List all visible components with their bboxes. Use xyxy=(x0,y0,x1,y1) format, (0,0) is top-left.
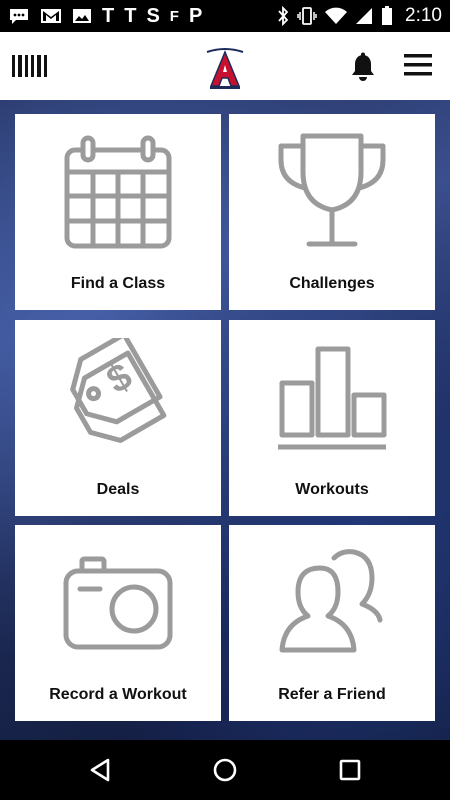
status-glyph-p: P xyxy=(188,5,203,27)
tile-label-challenges: Challenges xyxy=(289,275,375,292)
price-tag-icon: $ xyxy=(15,320,221,475)
tile-find-a-class[interactable]: Find a Class xyxy=(15,114,221,310)
app-header xyxy=(0,32,450,100)
bar-chart-icon xyxy=(229,320,435,475)
trophy-icon xyxy=(229,114,435,269)
tile-label-refer-a-friend: Refer a Friend xyxy=(278,686,386,703)
signal-icon xyxy=(355,7,373,25)
status-left: T T S F P xyxy=(8,6,202,26)
calendar-icon xyxy=(15,114,221,269)
status-glyph-f: F xyxy=(169,7,179,25)
tile-label-find-a-class: Find a Class xyxy=(70,275,166,292)
tile-record-a-workout[interactable]: Record a Workout xyxy=(15,525,221,721)
status-glyph-s: S xyxy=(146,5,160,27)
status-bar: T T S F P 2:10 xyxy=(0,0,450,32)
tile-workouts[interactable]: Workouts xyxy=(229,320,435,516)
vibrate-icon xyxy=(297,6,317,26)
image-icon xyxy=(72,7,92,25)
status-glyph-t2: T xyxy=(124,5,137,27)
bell-icon[interactable] xyxy=(350,52,376,82)
bluetooth-icon xyxy=(277,6,289,26)
recents-square-icon[interactable] xyxy=(336,756,364,784)
home-circle-icon[interactable] xyxy=(211,756,239,784)
tile-deals[interactable]: $ Deals xyxy=(15,320,221,516)
wifi-icon xyxy=(325,7,348,25)
tile-label-workouts: Workouts xyxy=(295,481,369,498)
system-nav-bar xyxy=(0,740,450,800)
barcode-icon[interactable] xyxy=(12,55,48,77)
main-tile-grid: Find a Class Challenges $ Deals Workouts… xyxy=(0,100,450,740)
hamburger-menu-icon[interactable] xyxy=(403,53,433,77)
users-icon xyxy=(229,525,435,680)
tile-label-deals: Deals xyxy=(96,481,140,498)
battery-icon xyxy=(381,6,393,26)
camera-icon xyxy=(15,525,221,680)
back-triangle-icon[interactable] xyxy=(86,756,114,784)
status-time: 2:10 xyxy=(405,5,442,26)
status-right: 2:10 xyxy=(277,5,442,27)
tile-refer-a-friend[interactable]: Refer a Friend xyxy=(229,525,435,721)
status-glyph-t1: T xyxy=(102,5,115,27)
tile-challenges[interactable]: Challenges xyxy=(229,114,435,310)
tile-label-record-a-workout: Record a Workout xyxy=(49,686,187,703)
gmail-icon xyxy=(40,7,62,25)
gym-logo-icon[interactable] xyxy=(204,46,246,90)
messages-icon xyxy=(8,7,30,25)
